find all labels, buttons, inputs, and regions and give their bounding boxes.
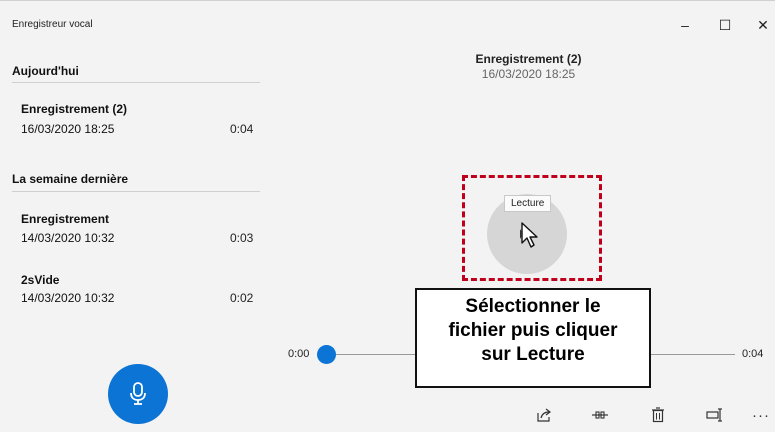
playback-pane: – ☐ ✕ Enregistrement (2) 16/03/2020 18:2… [272,1,775,432]
rename-icon [706,408,722,422]
recording-name: 2sVide [21,273,60,287]
share-icon [537,408,551,422]
recording-date: 16/03/2020 18:25 [21,122,115,136]
divider [12,82,260,83]
recording-title: Enregistrement (2) [475,52,582,66]
callout-line: sur Lecture [481,343,585,365]
play-tooltip: Lecture [504,195,552,212]
recordings-pane: Enregistreur vocal Aujourd'hui Enregistr… [0,1,272,432]
app-title: Enregistreur vocal [12,19,93,30]
callout-line: fichier puis cliquer [448,319,618,341]
delete-button[interactable] [647,405,669,425]
trim-icon [592,411,608,419]
recording-duration: 0:02 [230,291,254,305]
recording-date: 14/03/2020 10:32 [21,231,115,245]
seek-thumb[interactable] [317,345,336,364]
rename-button[interactable] [704,405,726,425]
recording-date: 14/03/2020 10:32 [21,291,115,305]
elapsed-time: 0:00 [288,348,310,360]
recording-duration: 0:03 [230,231,254,245]
more-button[interactable]: ··· [750,405,772,425]
divider [12,191,260,192]
minimize-button[interactable]: – [670,15,700,35]
close-button[interactable]: ✕ [748,15,775,35]
group-heading-today: Aujourd'hui [12,64,79,78]
group-heading-last-week: La semaine dernière [12,172,129,186]
cursor-icon [520,222,538,248]
callout-line: Sélectionner le [465,296,601,317]
total-time: 0:04 [742,348,764,360]
instruction-callout: Sélectionner le fichier puis cliquer sur… [415,288,651,388]
delete-icon [652,407,664,423]
recording-name: Enregistrement [21,212,110,226]
voice-recorder-window: Enregistreur vocal Aujourd'hui Enregistr… [0,0,775,432]
maximize-button[interactable]: ☐ [710,15,740,35]
recording-duration: 0:04 [230,122,254,136]
recording-name: Enregistrement (2) [21,102,128,116]
trim-button[interactable] [589,405,611,425]
microphone-icon [130,382,146,405]
record-button[interactable] [108,364,168,424]
recording-timestamp: 16/03/2020 18:25 [481,67,576,81]
share-button[interactable] [533,405,555,425]
